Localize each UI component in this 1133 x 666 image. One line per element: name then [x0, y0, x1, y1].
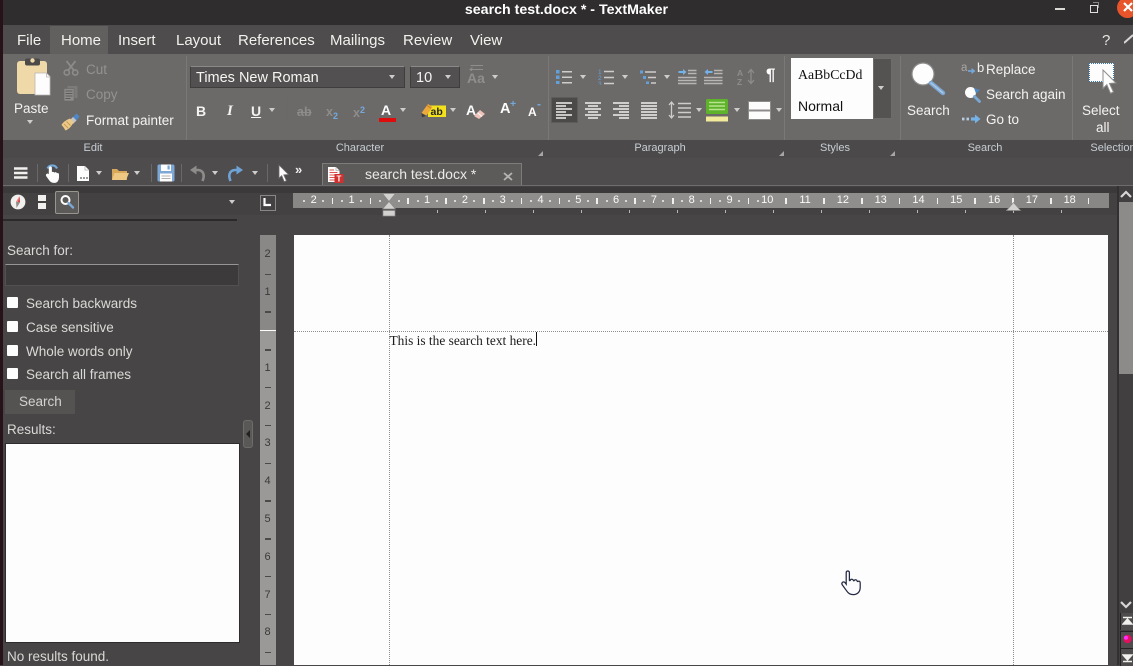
svg-text:Z: Z: [737, 77, 742, 85]
svg-text:T: T: [337, 175, 342, 183]
svg-text:3: 3: [598, 81, 602, 85]
svg-text:ab: ab: [431, 106, 443, 118]
